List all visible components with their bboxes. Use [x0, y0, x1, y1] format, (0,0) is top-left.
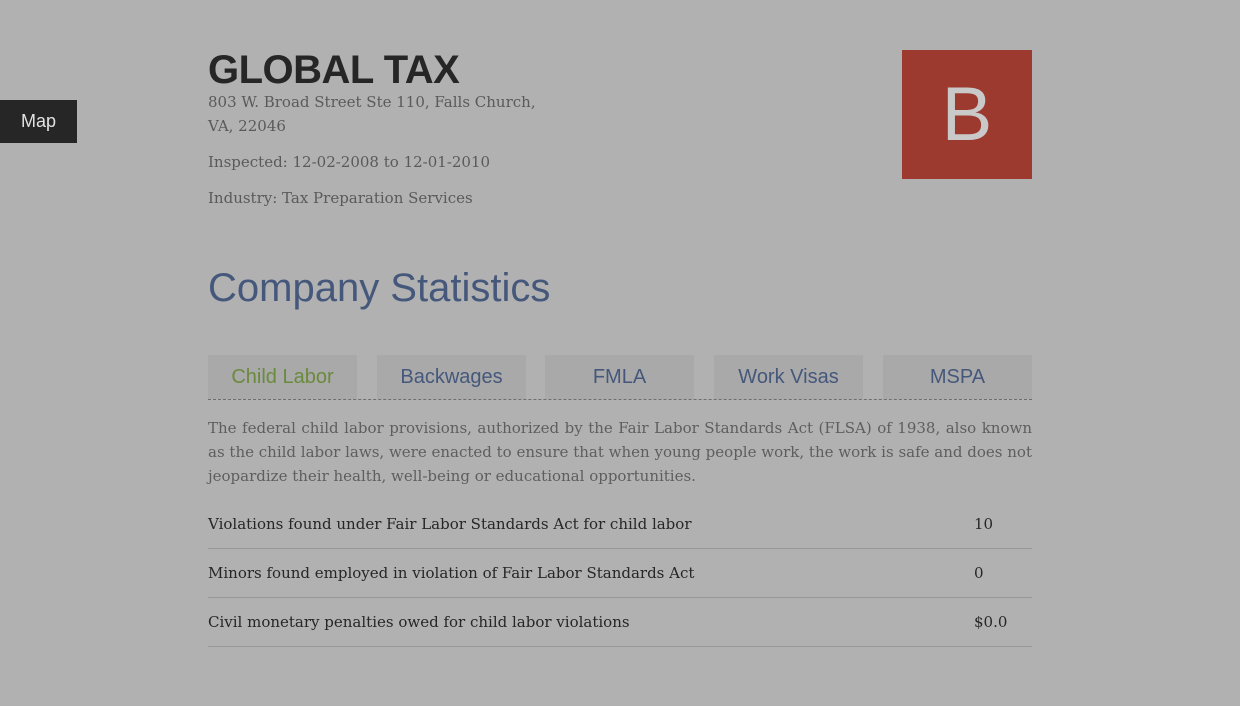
inspection-dates: Inspected: 12-02-2008 to 12-01-2010: [208, 153, 491, 171]
tab-backwages[interactable]: Backwages: [377, 355, 526, 399]
stat-label: Civil monetary penalties owed for child …: [208, 613, 630, 631]
stat-value: 10: [974, 515, 994, 533]
statistics-table: Violations found under Fair Labor Standa…: [208, 500, 1032, 647]
stat-label: Violations found under Fair Labor Standa…: [208, 515, 692, 533]
company-address: 803 W. Broad Street Ste 110, Falls Churc…: [208, 93, 536, 135]
map-button[interactable]: Map: [0, 100, 77, 143]
table-row: Violations found under Fair Labor Standa…: [208, 500, 1032, 549]
stat-label: Minors found employed in violation of Fa…: [208, 564, 695, 582]
company-name: GLOBAL TAX: [208, 48, 460, 92]
stat-value: 0: [974, 564, 984, 582]
tab-work-visas[interactable]: Work Visas: [714, 355, 863, 399]
company-industry: Industry: Tax Preparation Services: [208, 189, 473, 207]
statistics-tabs: Child Labor Backwages FMLA Work Visas MS…: [208, 355, 1032, 400]
tab-mspa[interactable]: MSPA: [883, 355, 1032, 399]
section-title: Company Statistics: [208, 266, 551, 310]
tab-child-labor[interactable]: Child Labor: [208, 355, 357, 399]
stat-value: $0.0: [974, 613, 1008, 631]
table-row: Civil monetary penalties owed for child …: [208, 598, 1032, 647]
grade-badge: B: [902, 50, 1032, 179]
table-row: Minors found employed in violation of Fa…: [208, 549, 1032, 598]
tab-fmla[interactable]: FMLA: [545, 355, 694, 399]
tab-description: The federal child labor provisions, auth…: [208, 419, 1032, 485]
